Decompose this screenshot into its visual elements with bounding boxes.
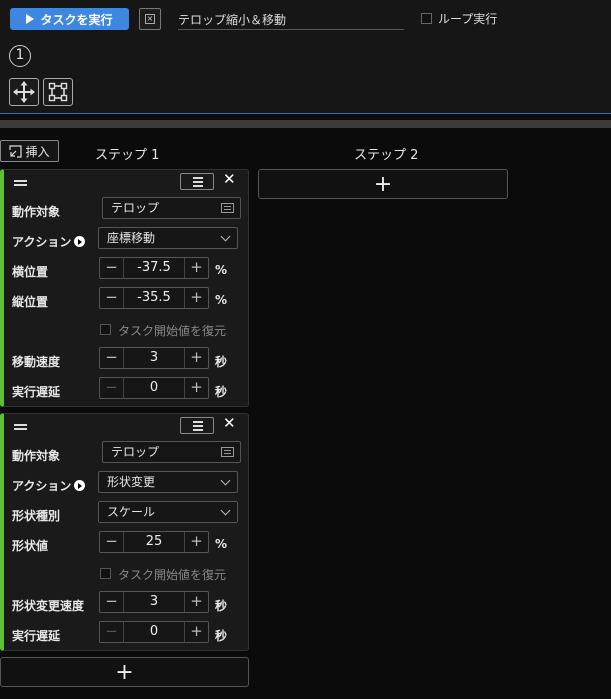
chevron-down-icon: [220, 505, 231, 516]
list-icon[interactable]: [221, 203, 234, 213]
shape-type-value: スケール: [107, 505, 156, 519]
restore-label: タスク開始値を復元: [118, 568, 227, 582]
y-position-stepper[interactable]: − -35.5 +: [99, 287, 209, 309]
decrement-button[interactable]: −: [100, 592, 124, 612]
target-label: 動作対象: [12, 205, 61, 219]
shape-value-label: 形状値: [12, 539, 49, 553]
delay-stepper[interactable]: − 0 +: [99, 621, 209, 643]
move-icon: [13, 81, 35, 103]
decrement-button[interactable]: −: [100, 622, 124, 642]
shape-speed-stepper[interactable]: − 3 +: [99, 591, 209, 613]
speed-value[interactable]: 3: [124, 348, 184, 368]
loop-label: ループ実行: [438, 12, 498, 26]
increment-button[interactable]: +: [184, 378, 208, 398]
x-position-stepper[interactable]: − -37.5 +: [99, 257, 209, 279]
delay-stepper[interactable]: − 0 +: [99, 377, 209, 399]
delay-value[interactable]: 0: [124, 622, 184, 642]
action-label: アクション: [12, 233, 86, 250]
drag-handle-icon[interactable]: [14, 424, 27, 430]
decrement-button[interactable]: −: [100, 532, 124, 552]
step-number-badge: 1: [9, 45, 31, 67]
increment-button[interactable]: +: [184, 348, 208, 368]
action-card-shape: ✕ 動作対象 テロップ アクション 形状変更 形状種別 スケール 形状値 − 2…: [0, 413, 249, 651]
action-select[interactable]: 座標移動: [98, 227, 238, 249]
task-name-field[interactable]: テロップ縮小＆移動: [178, 9, 404, 30]
x-unit: %: [215, 263, 228, 277]
insert-label: 挿入: [25, 144, 50, 159]
play-circle-icon[interactable]: [74, 236, 86, 247]
chevron-down-icon: [220, 475, 231, 486]
speed-label: 移動速度: [12, 355, 61, 369]
card-close-icon[interactable]: ✕: [223, 414, 236, 432]
restore-label: タスク開始値を復元: [118, 324, 227, 338]
speed-stepper[interactable]: − 3 +: [99, 347, 209, 369]
delay-label: 実行遅延: [12, 629, 61, 643]
delay-value[interactable]: 0: [124, 378, 184, 398]
target-value: テロップ: [111, 445, 160, 459]
decrement-button[interactable]: −: [100, 288, 124, 308]
list-icon[interactable]: [221, 447, 234, 457]
resize-icon: [48, 82, 68, 102]
x-position-label: 横位置: [12, 265, 49, 279]
y-position-value[interactable]: -35.5: [124, 288, 184, 308]
play-icon: [26, 14, 35, 24]
shape-value[interactable]: 25: [124, 532, 184, 552]
step-2-label: ステップ 2: [354, 148, 419, 163]
action-card-move: ✕ 動作対象 テロップ アクション 座標移動 横位置 − -37.5 + % 縦…: [0, 169, 249, 407]
target-label: 動作対象: [12, 449, 61, 463]
run-task-button[interactable]: タスクを実行: [10, 8, 129, 30]
increment-button[interactable]: +: [184, 532, 208, 552]
decrement-button[interactable]: −: [100, 348, 124, 368]
shape-type-select[interactable]: スケール: [98, 501, 238, 523]
restore-checkbox[interactable]: [100, 324, 111, 335]
action-value: 形状変更: [107, 475, 156, 489]
restore-checkbox[interactable]: [100, 568, 111, 579]
increment-button[interactable]: +: [184, 258, 208, 278]
target-field[interactable]: テロップ: [102, 197, 241, 219]
action-select[interactable]: 形状変更: [98, 471, 238, 493]
shape-unit: %: [215, 537, 228, 551]
speed-unit: 秒: [215, 355, 228, 369]
card-menu-button[interactable]: [180, 173, 214, 190]
close-icon: ×: [145, 14, 155, 24]
drag-handle-icon[interactable]: [14, 180, 27, 186]
delay-unit: 秒: [215, 629, 228, 643]
stop-button[interactable]: ×: [139, 8, 161, 30]
run-task-label: タスクを実行: [40, 12, 113, 27]
move-tool-button[interactable]: [9, 78, 39, 106]
target-field[interactable]: テロップ: [102, 441, 241, 463]
increment-button[interactable]: +: [184, 622, 208, 642]
resize-tool-button[interactable]: [43, 78, 73, 106]
increment-button[interactable]: +: [184, 592, 208, 612]
shape-type-label: 形状種別: [12, 509, 61, 523]
insert-button[interactable]: 挿入: [0, 140, 59, 162]
shape-value-stepper[interactable]: − 25 +: [99, 531, 209, 553]
action-value: 座標移動: [107, 231, 156, 245]
play-circle-icon[interactable]: [74, 480, 86, 491]
card-menu-button[interactable]: [180, 417, 214, 434]
delay-unit: 秒: [215, 385, 228, 399]
y-unit: %: [215, 293, 228, 307]
splitter-bar[interactable]: [0, 120, 611, 128]
loop-checkbox[interactable]: [421, 13, 432, 24]
decrement-button[interactable]: −: [100, 258, 124, 278]
increment-button[interactable]: +: [184, 288, 208, 308]
x-position-value[interactable]: -37.5: [124, 258, 184, 278]
chevron-down-icon: [220, 231, 231, 242]
shape-speed-label: 形状変更速度: [12, 599, 85, 613]
target-value: テロップ: [111, 201, 160, 215]
shape-speed-value[interactable]: 3: [124, 592, 184, 612]
y-position-label: 縦位置: [12, 295, 49, 309]
decrement-button[interactable]: −: [100, 378, 124, 398]
action-label: アクション: [12, 477, 86, 494]
insert-icon: [9, 144, 23, 158]
delay-label: 実行遅延: [12, 385, 61, 399]
shape-speed-unit: 秒: [215, 599, 228, 613]
card-close-icon[interactable]: ✕: [223, 170, 236, 188]
add-action-step2-button[interactable]: +: [258, 169, 508, 199]
step-1-label: ステップ 1: [95, 148, 160, 163]
add-action-step1-button[interactable]: +: [0, 657, 249, 687]
